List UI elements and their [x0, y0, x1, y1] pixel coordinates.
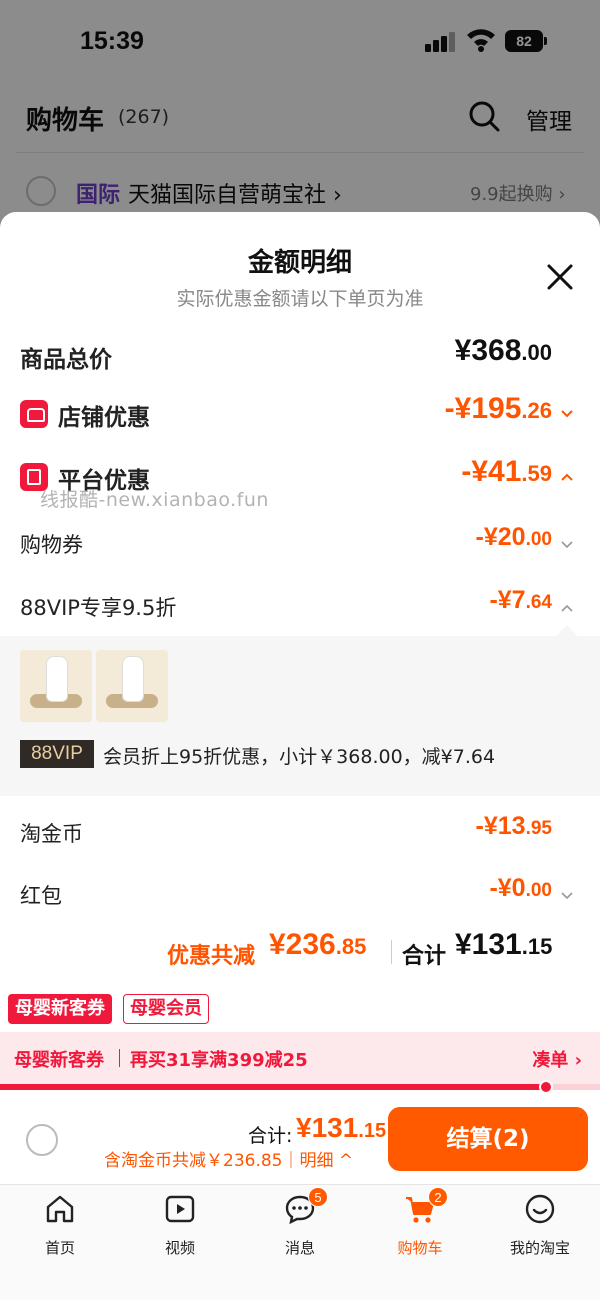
checkout-bar: 合计: ¥131.15 含淘金币共减￥236.85｜明细 ^ 结算(2) — [0, 1092, 600, 1184]
row-label: 淘金币 — [20, 822, 83, 846]
promo-progress — [0, 1080, 600, 1094]
row-label: 红包 — [20, 884, 62, 908]
bottom-tab-bar: 首页 视频 5 消息 2 购物车 我的淘宝 — [0, 1184, 600, 1300]
discount-total-amount: ¥236.85 — [269, 928, 367, 961]
tab-label: 消息 — [284, 1239, 315, 1257]
row-coins: 淘金币 -¥13.95 — [0, 808, 600, 858]
profile-icon — [525, 1194, 555, 1224]
shop-icon — [20, 400, 48, 428]
cart-badge: 2 — [428, 1187, 448, 1207]
progress-fill — [0, 1084, 546, 1090]
grand-total-label: 合计 — [402, 944, 447, 969]
row-store-discount[interactable]: 店铺优惠 -¥195.26 — [0, 388, 600, 438]
tab-label: 我的淘宝 — [509, 1239, 570, 1257]
coins-amount: -¥13.95 — [475, 812, 552, 840]
coupon-amount: -¥20.00 — [475, 523, 552, 551]
tab-label: 视频 — [164, 1239, 195, 1257]
vip-detail-text: 会员折上95折优惠，小计￥368.00，减¥7.64 — [103, 746, 496, 768]
member-tag[interactable]: 母婴会员 — [123, 994, 209, 1024]
row-label: 店铺优惠 — [58, 405, 150, 431]
total-price-amount: ¥368.00 — [454, 334, 552, 367]
select-all-radio[interactable] — [26, 1124, 58, 1156]
tab-messages[interactable]: 5 消息 — [240, 1187, 360, 1263]
product-thumbnail[interactable] — [96, 650, 168, 722]
row-label: 商品总价 — [20, 347, 112, 373]
tab-video[interactable]: 视频 — [120, 1193, 240, 1263]
vip-detail-panel: 88VIP 会员折上95折优惠，小计￥368.00，减¥7.64 — [0, 625, 600, 796]
tab-profile[interactable]: 我的淘宝 — [480, 1193, 600, 1263]
promo-bar[interactable]: 母婴新客券 再买31享满399减25 凑单 › — [0, 1032, 600, 1084]
tab-label: 购物车 — [397, 1239, 443, 1257]
close-icon[interactable] — [545, 262, 575, 292]
chevron-down-icon[interactable] — [560, 406, 574, 420]
row-red-packet[interactable]: 红包 -¥0.00 — [0, 870, 600, 920]
platform-discount-amount: -¥41.59 — [461, 455, 552, 488]
home-icon — [46, 1195, 74, 1223]
row-label: 购物券 — [20, 533, 83, 557]
checkout-total-label: 合计: — [248, 1125, 293, 1147]
tab-cart[interactable]: 2 购物车 — [360, 1187, 480, 1263]
sheet-subtitle: 实际优惠金额请以下单页为准 — [176, 288, 424, 310]
row-vip-discount[interactable]: 88VIP专享9.5折 -¥7.64 — [0, 582, 600, 632]
video-icon — [165, 1195, 195, 1223]
row-coupon[interactable]: 购物券 -¥20.00 — [0, 519, 600, 569]
chevron-down-icon[interactable] — [560, 537, 574, 551]
message-badge: 5 — [308, 1187, 328, 1207]
row-label: 88VIP专享9.5折 — [20, 596, 177, 620]
checkout-total-amount: ¥131.15 — [296, 1112, 387, 1143]
tab-home[interactable]: 首页 — [0, 1193, 120, 1263]
checkout-button[interactable]: 结算(2) — [388, 1107, 588, 1171]
watermark: 线报酷-new.xianbao.fun — [40, 489, 269, 511]
divider — [391, 940, 392, 964]
chevron-up-icon[interactable] — [560, 600, 574, 614]
checkout-detail-link[interactable]: 含淘金币共减￥236.85｜明细 ^ — [104, 1146, 353, 1171]
vip-discount-amount: -¥7.64 — [489, 586, 552, 614]
sheet-title: 金额明细 — [247, 248, 352, 278]
coupon-tag[interactable]: 母婴新客券 — [8, 994, 112, 1024]
product-thumbnail[interactable] — [20, 650, 92, 722]
chevron-down-icon[interactable] — [560, 888, 574, 902]
grand-total-amount: ¥131.15 — [455, 928, 553, 961]
discount-total-label: 优惠共减 — [167, 944, 256, 969]
vip-badge: 88VIP — [20, 740, 94, 768]
promo-message: 再买31享满399减25 — [130, 1050, 308, 1071]
red-packet-amount: -¥0.00 — [489, 874, 552, 902]
discount-summary: 优惠共减 ¥236.85 合计 ¥131.15 — [0, 928, 600, 982]
tag-row: 母婴新客券 母婴会员 — [0, 992, 600, 1030]
tab-label: 首页 — [44, 1239, 75, 1257]
chevron-up-icon[interactable] — [560, 469, 574, 483]
row-total-price: 商品总价 ¥368.00 — [0, 330, 600, 380]
add-items-link[interactable]: 凑单 › — [532, 1046, 582, 1072]
promo-coupon-label: 母婴新客券 — [14, 1050, 104, 1071]
store-discount-amount: -¥195.26 — [444, 392, 552, 425]
